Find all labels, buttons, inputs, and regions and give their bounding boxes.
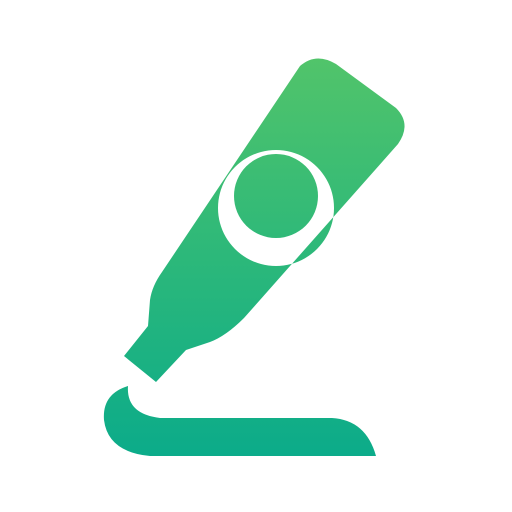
ink-stroke — [103, 386, 376, 456]
marker-pen-icon — [103, 58, 405, 456]
app-icon — [0, 0, 512, 512]
marker-cap-dot — [234, 154, 318, 238]
